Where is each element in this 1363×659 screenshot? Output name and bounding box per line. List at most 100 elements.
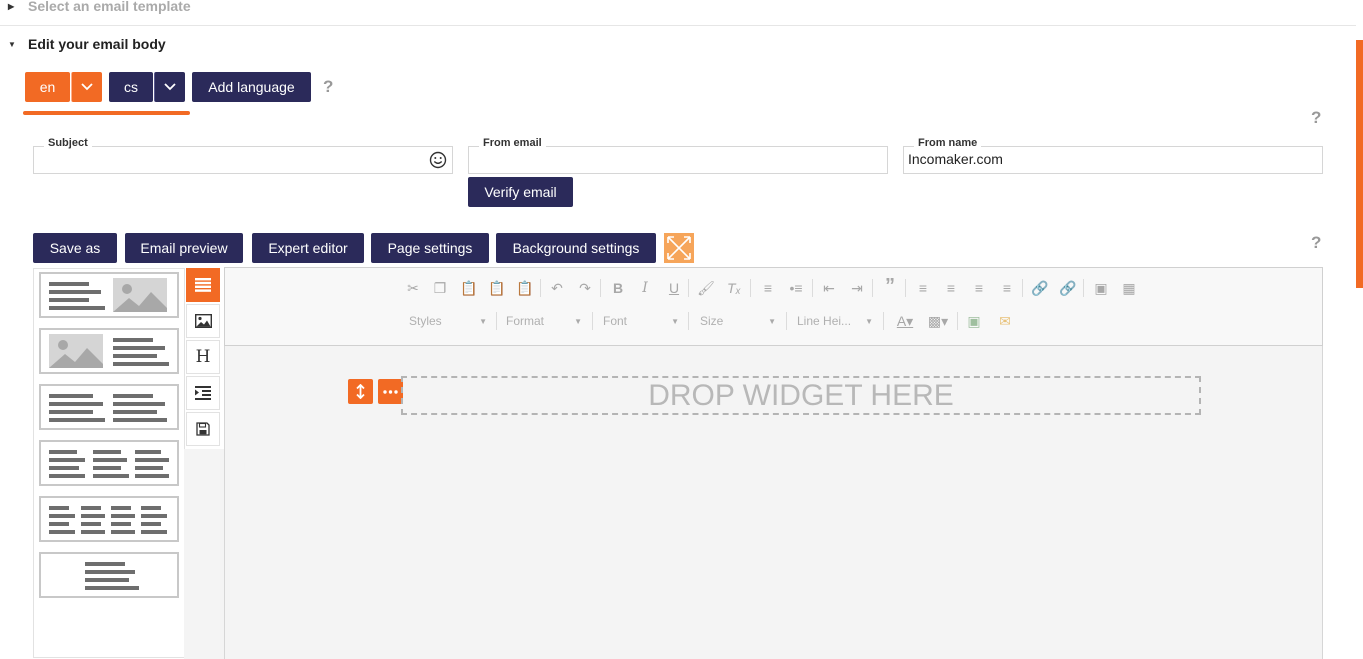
justify-icon[interactable]: ≡ [997, 278, 1017, 298]
format-select[interactable]: Format ▼ [506, 311, 582, 331]
line-height-select[interactable]: Line Hei... ▼ [797, 311, 873, 331]
email-preview-button[interactable]: Email preview [125, 233, 243, 263]
more-options-icon[interactable] [378, 379, 403, 404]
layout-text-image[interactable] [39, 272, 179, 318]
numbered-list-icon[interactable]: ≡ [758, 278, 778, 298]
email-preview-label: Email preview [140, 240, 228, 256]
drop-widget-text: DROP WIDGET HERE [648, 378, 954, 412]
scrollbar-thumb[interactable] [1356, 40, 1363, 288]
insert-media-icon[interactable]: ▣ [964, 311, 984, 331]
toolbar-separator [688, 279, 689, 297]
toolbar-separator [905, 279, 906, 297]
layout-three-columns[interactable] [39, 440, 179, 486]
toolbar-separator [592, 312, 593, 330]
expert-editor-button[interactable]: Expert editor [252, 233, 364, 263]
paste-text-icon[interactable]: 📋 [487, 278, 507, 298]
layout-image-text[interactable] [39, 328, 179, 374]
format-select-label: Format [506, 314, 545, 328]
text-color-icon[interactable]: A▾ [893, 311, 917, 331]
toolbar-separator [540, 279, 541, 297]
toolbar-separator [688, 312, 689, 330]
image-placeholder-icon [113, 278, 167, 312]
indent-icon[interactable]: ⇥ [847, 278, 867, 298]
section-template-title: Select an email template [28, 0, 191, 14]
language-cs-label: cs [124, 79, 138, 95]
subject-label: Subject [44, 137, 92, 149]
background-settings-button[interactable]: Background settings [496, 233, 656, 263]
tab-layouts[interactable] [186, 268, 220, 302]
bulleted-list-icon[interactable]: •≡ [786, 278, 806, 298]
align-center-icon[interactable]: ≡ [941, 278, 961, 298]
section-template-header[interactable]: ▶ Select an email template [8, 0, 191, 14]
toolbar-separator [750, 279, 751, 297]
section-body-header[interactable]: ▼ Edit your email body [8, 36, 166, 52]
background-color-icon[interactable]: ▩▾ [926, 311, 950, 331]
toolbar-separator [883, 312, 884, 330]
help-icon[interactable]: ? [1311, 233, 1321, 253]
save-as-button[interactable]: Save as [33, 233, 117, 263]
tab-headings[interactable]: H [186, 340, 220, 374]
outdent-icon[interactable]: ⇤ [819, 278, 839, 298]
subject-field[interactable] [33, 146, 453, 174]
divider [0, 25, 1356, 26]
copy-icon[interactable]: ❐ [430, 278, 450, 298]
layout-two-columns[interactable] [39, 384, 179, 430]
italic-icon[interactable]: I [635, 278, 655, 298]
size-select-label: Size [700, 314, 724, 328]
align-left-icon[interactable]: ≡ [913, 278, 933, 298]
insert-image-icon[interactable]: ▣ [1091, 278, 1111, 298]
redo-icon[interactable]: ↷ [575, 278, 595, 298]
language-en-button[interactable]: en [25, 72, 70, 102]
emoji-icon[interactable] [429, 151, 447, 174]
language-cs-dropdown[interactable] [154, 72, 185, 102]
unlink-icon[interactable]: 🔗 [1058, 278, 1078, 298]
tab-saved[interactable] [186, 412, 220, 446]
tab-images[interactable] [186, 304, 220, 338]
expert-editor-label: Expert editor [268, 240, 348, 256]
paste-icon[interactable]: 📋 [459, 278, 479, 298]
toolbar-separator [1083, 279, 1084, 297]
save-as-label: Save as [49, 240, 101, 256]
page-settings-button[interactable]: Page settings [371, 233, 489, 263]
styles-select[interactable]: Styles ▼ [409, 311, 487, 331]
bold-icon[interactable]: B [608, 278, 628, 298]
underline-icon[interactable]: U [664, 278, 684, 298]
line-height-select-label: Line Hei... [797, 314, 852, 328]
language-en-dropdown[interactable] [71, 72, 102, 102]
blockquote-icon[interactable]: ” [880, 275, 900, 297]
align-right-icon[interactable]: ≡ [969, 278, 989, 298]
size-select[interactable]: Size ▼ [700, 311, 776, 331]
fullscreen-icon[interactable] [664, 233, 694, 263]
verify-email-button[interactable]: Verify email [468, 177, 573, 207]
verify-email-label: Verify email [484, 184, 557, 200]
language-en-label: en [39, 79, 56, 95]
tab-text[interactable] [186, 376, 220, 410]
add-language-button[interactable]: Add language [192, 72, 311, 102]
cut-icon[interactable]: ✂ [403, 278, 423, 298]
remove-format-icon[interactable]: Tₓ [724, 278, 744, 298]
insert-table-icon[interactable]: ▦ [1119, 278, 1139, 298]
toolbar-separator [812, 279, 813, 297]
drop-widget-zone[interactable]: DROP WIDGET HERE [401, 376, 1201, 415]
image-placeholder-icon [49, 334, 103, 368]
from-email-field[interactable] [468, 146, 888, 174]
link-icon[interactable]: 🔗 [1030, 278, 1050, 298]
language-cs-button[interactable]: cs [109, 72, 153, 102]
save-icon [196, 422, 210, 436]
insert-placeholder-icon[interactable]: ✉ [995, 311, 1015, 331]
font-select[interactable]: Font ▼ [603, 311, 679, 331]
help-icon[interactable]: ? [1311, 108, 1321, 128]
chevron-down-icon [164, 83, 176, 91]
section-body-title: Edit your email body [28, 36, 166, 52]
from-name-label: From name [914, 137, 982, 149]
undo-icon[interactable]: ↶ [547, 278, 567, 298]
help-icon[interactable]: ? [323, 77, 333, 97]
chevron-down-icon [81, 83, 93, 91]
layout-four-columns[interactable] [39, 496, 179, 542]
layout-single-column[interactable] [39, 552, 179, 598]
paste-word-icon[interactable]: 📋 [515, 278, 535, 298]
format-painter-icon[interactable]: 🖌 [696, 278, 716, 298]
move-handle-icon[interactable] [348, 379, 373, 404]
from-name-field[interactable]: Incomaker.com [903, 146, 1323, 174]
dropdown-arrow-icon: ▼ [768, 316, 776, 326]
